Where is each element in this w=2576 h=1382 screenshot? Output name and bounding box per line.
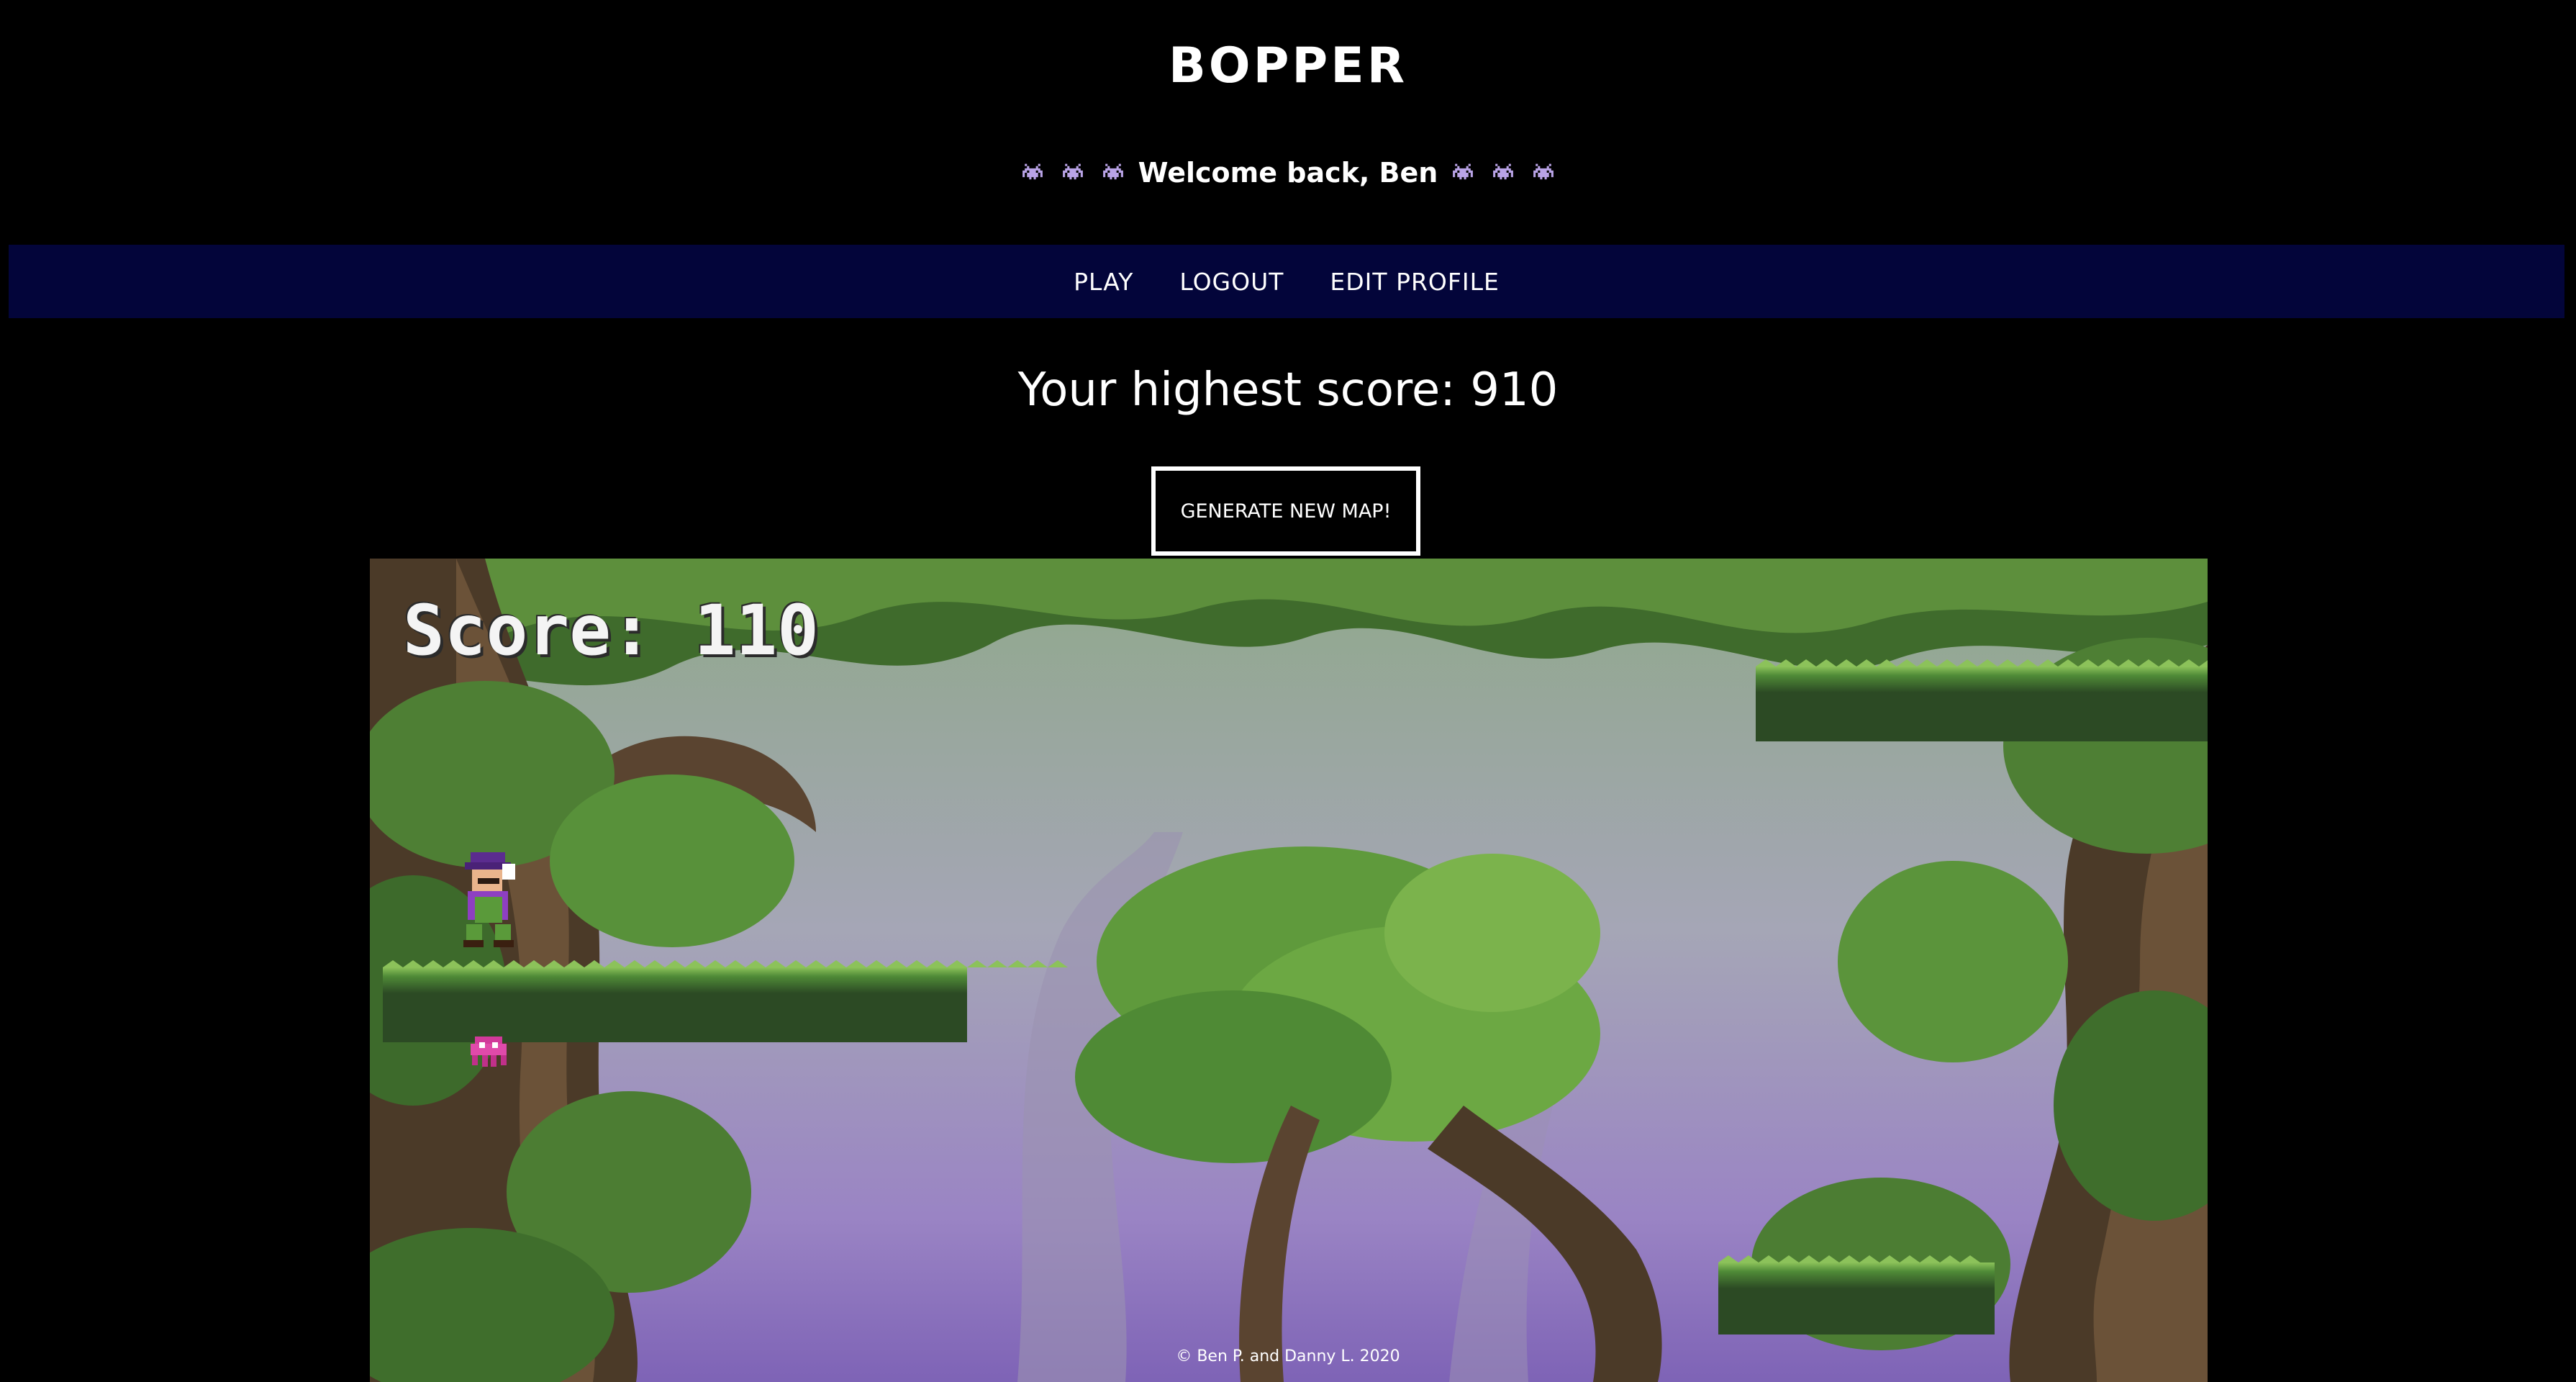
welcome-banner: Welcome back, Ben — [0, 157, 2576, 189]
welcome-left-icons — [1020, 163, 1125, 183]
space-invader-icon — [1531, 163, 1556, 183]
page: BOPPER Welcome back, Ben PLAY LOGOUT EDI… — [0, 0, 2576, 1382]
space-invader-icon — [1061, 163, 1085, 183]
space-invader-icon — [1020, 163, 1045, 183]
nav-bar: PLAY LOGOUT EDIT PROFILE — [9, 245, 2564, 318]
game-canvas[interactable]: Score: 110 — [370, 559, 2208, 1382]
welcome-text: Welcome back, Ben — [1138, 157, 1438, 189]
generate-map-button[interactable]: GENERATE NEW MAP! — [1151, 466, 1420, 556]
highest-score: Your highest score: 910 — [1017, 363, 1559, 417]
space-invader-icon — [1491, 163, 1515, 183]
welcome-right-icons — [1451, 163, 1556, 183]
footer-credit: © Ben P. and Danny L. 2020 — [1176, 1347, 1400, 1365]
space-invader-icon — [1101, 163, 1125, 183]
space-invader-icon — [1451, 163, 1475, 183]
nav-play-link[interactable]: PLAY — [1074, 268, 1133, 296]
site-title: BOPPER — [1168, 37, 1408, 94]
game-score: Score: 110 — [403, 590, 819, 671]
forest-background — [370, 559, 2208, 1382]
nav-logout-link[interactable]: LOGOUT — [1179, 268, 1284, 296]
nav-edit-profile-link[interactable]: EDIT PROFILE — [1330, 268, 1499, 296]
